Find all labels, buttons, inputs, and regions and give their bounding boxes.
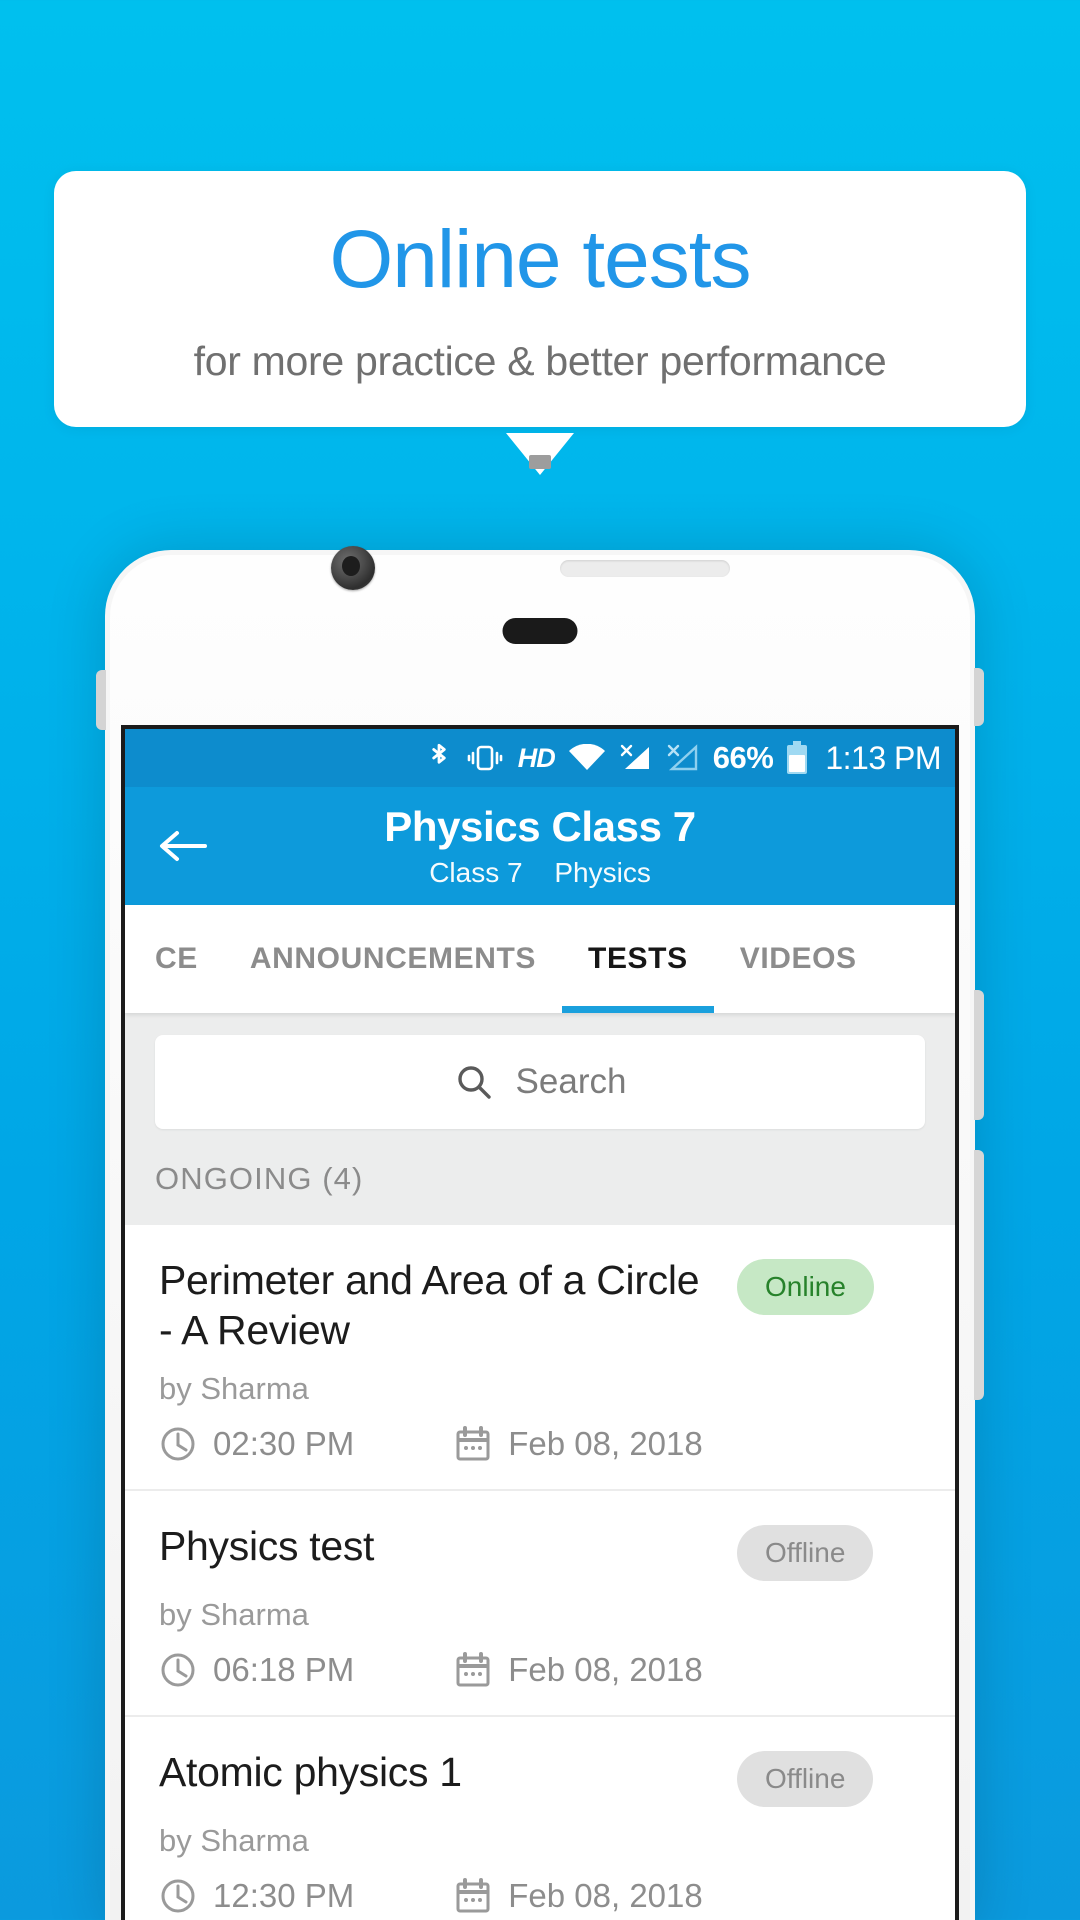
phone-volume-up-button [974, 990, 984, 1120]
test-date-label: Feb 08, 2018 [508, 1425, 703, 1463]
signal-2-no-service-icon [666, 743, 700, 773]
phone-sensor-dot [502, 618, 578, 644]
vibrate-icon [465, 743, 505, 773]
breadcrumb: Class 7 Physics [417, 857, 663, 889]
phone-button-right-top [974, 668, 984, 726]
earpiece-speaker [560, 560, 730, 577]
status-badge: Offline [737, 1751, 874, 1808]
test-title: Atomic physics 1 [159, 1749, 462, 1796]
search-zone: Search [125, 1013, 955, 1155]
signal-1-no-service-icon [619, 743, 653, 773]
front-camera-icon [331, 546, 375, 590]
phone-mockup: HD 66% 1:13 PM Physics Class 7 Class 7 P… [96, 455, 984, 1920]
tab-announcements[interactable]: ANNOUNCEMENTS [224, 905, 562, 1013]
calendar-icon [456, 1652, 490, 1687]
promo-subtitle: for more practice & better performance [193, 337, 887, 384]
tests-panel: Search ONGOING (4) Perimeter and Area of… [125, 1013, 955, 1920]
clock-label: 1:13 PM [825, 739, 941, 776]
calendar-icon [456, 1426, 490, 1461]
test-date: Feb 08, 2018 [454, 1425, 703, 1463]
page-title: Physics Class 7 [384, 803, 696, 850]
test-time-label: 06:18 PM [213, 1651, 355, 1689]
clock-icon [161, 1653, 195, 1687]
section-header-ongoing: ONGOING (4) [155, 1161, 364, 1196]
test-author: by Sharma [159, 1823, 309, 1859]
search-placeholder: Search [515, 1062, 627, 1101]
status-badge: Online [737, 1259, 874, 1315]
test-date: Feb 08, 2018 [454, 1877, 703, 1915]
table-row[interactable]: Physics test Offline by Sharma 06:18 PM [125, 1491, 955, 1718]
breadcrumb-class: Class 7 [429, 857, 523, 888]
promo-title: Online tests [329, 214, 752, 305]
clock-icon [161, 1879, 195, 1913]
arrow-left-icon [160, 831, 207, 861]
test-title: Perimeter and Area of a Circle - A Revie… [159, 1257, 700, 1354]
phone-button-left [96, 670, 106, 730]
search-input[interactable]: Search [155, 1035, 925, 1129]
tab-tests[interactable]: TESTS [562, 905, 714, 1013]
table-row[interactable]: Atomic physics 1 Offline by Sharma 12:30… [125, 1717, 955, 1920]
promo-banner: Online tests for more practice & better … [54, 171, 1026, 475]
test-time: 06:18 PM [159, 1651, 354, 1689]
table-row[interactable]: Perimeter and Area of a Circle - A Revie… [125, 1225, 955, 1492]
phone-volume-down-button [974, 1150, 984, 1400]
test-time: 02:30 PM [159, 1425, 354, 1463]
tab-bar: CE ANNOUNCEMENTS TESTS VIDEOS [125, 905, 955, 1013]
hd-icon: HD [517, 742, 556, 773]
phone-top-notch [529, 455, 551, 469]
calendar-icon [456, 1878, 490, 1913]
test-time-label: 12:30 PM [213, 1877, 355, 1915]
status-bar: HD 66% 1:13 PM [125, 729, 955, 787]
test-time-label: 02:30 PM [213, 1425, 355, 1463]
test-author: by Sharma [159, 1371, 309, 1407]
tab-ce[interactable]: CE [129, 905, 224, 1013]
test-title: Physics test [159, 1523, 375, 1570]
tab-videos[interactable]: VIDEOS [714, 905, 883, 1013]
test-date: Feb 08, 2018 [454, 1651, 703, 1689]
bluetooth-icon [426, 741, 452, 775]
test-date-label: Feb 08, 2018 [508, 1651, 703, 1689]
promo-bubble: Online tests for more practice & better … [54, 171, 1026, 427]
back-button[interactable] [155, 818, 211, 874]
search-icon [457, 1066, 491, 1099]
app-bar: Physics Class 7 Class 7 Physics [125, 787, 955, 905]
breadcrumb-subject: Physics [554, 857, 651, 888]
status-badge: Offline [737, 1525, 874, 1582]
test-date-label: Feb 08, 2018 [508, 1877, 703, 1915]
test-time: 12:30 PM [159, 1877, 354, 1915]
clock-icon [161, 1427, 195, 1461]
phone-screen: HD 66% 1:13 PM Physics Class 7 Class 7 P… [121, 725, 959, 1920]
tests-list: Perimeter and Area of a Circle - A Revie… [125, 1225, 955, 1920]
test-author: by Sharma [159, 1597, 309, 1633]
wifi-icon [568, 744, 606, 772]
battery-percent-label: 66% [712, 740, 774, 775]
battery-icon [786, 741, 808, 775]
